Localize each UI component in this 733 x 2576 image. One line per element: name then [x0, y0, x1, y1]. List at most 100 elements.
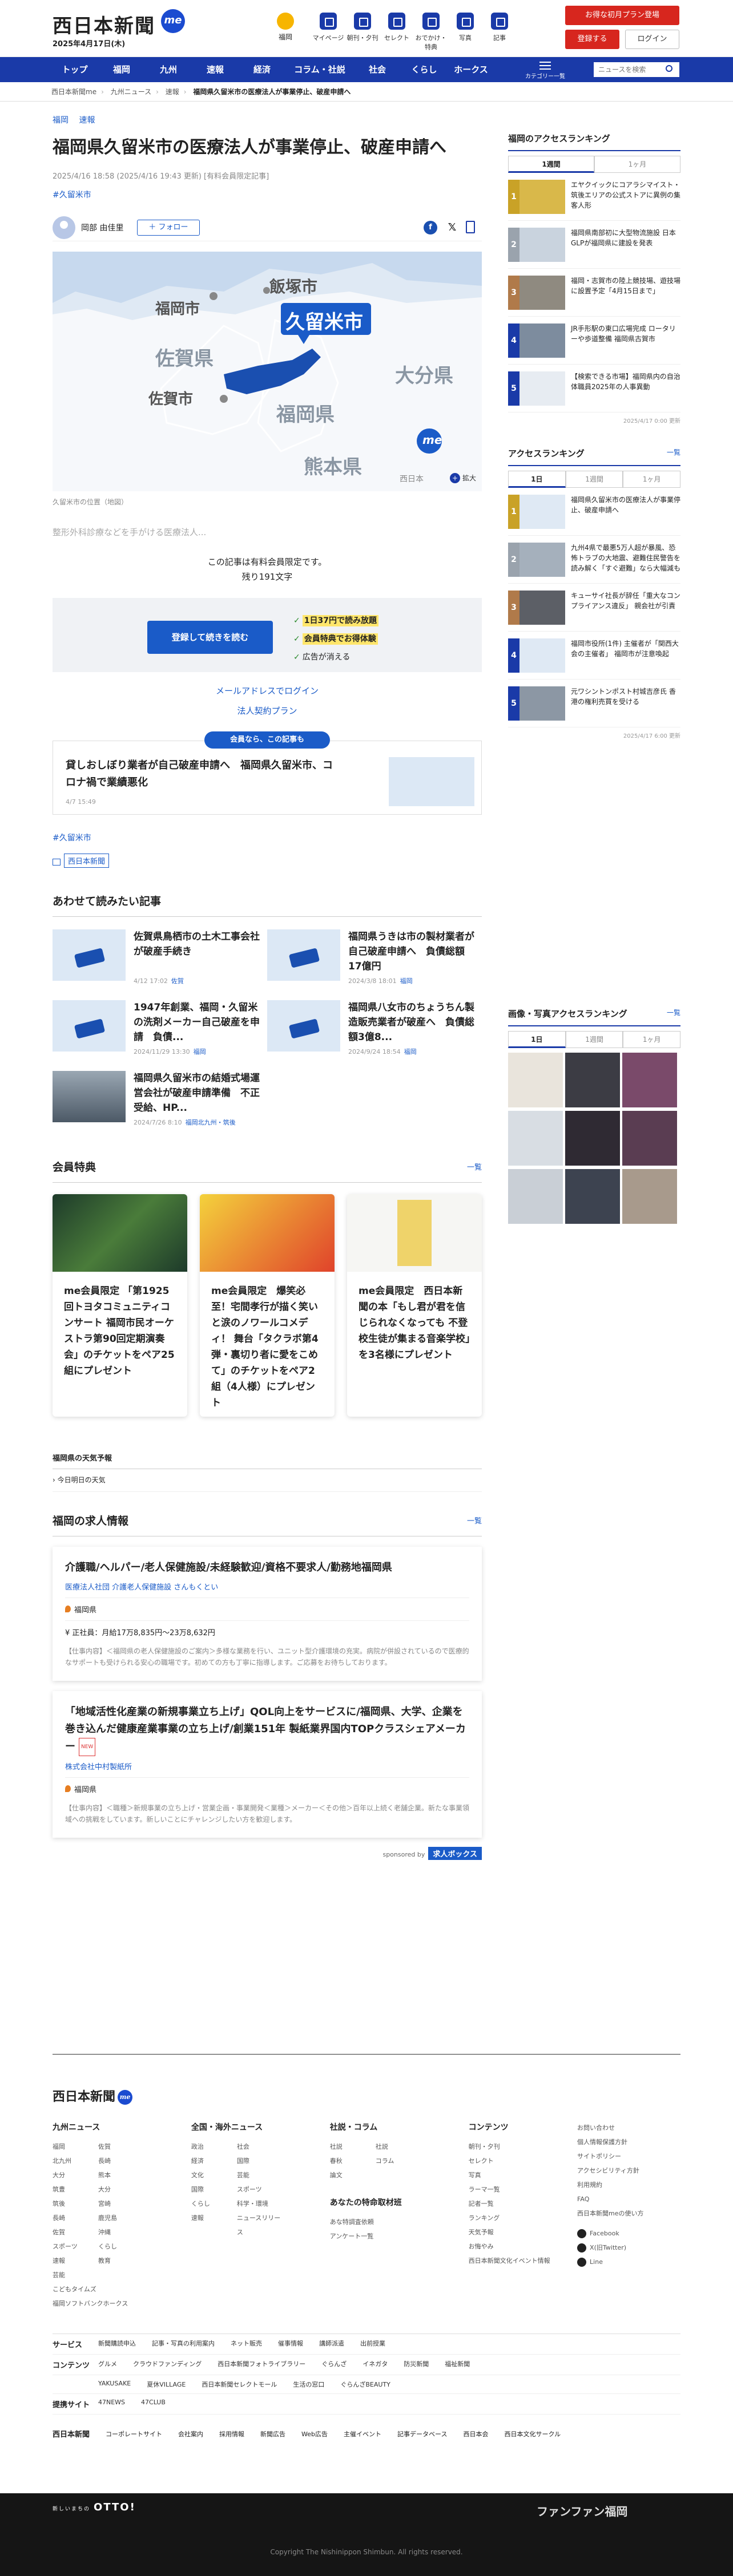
tab-1month[interactable]: 1ヶ月: [594, 156, 680, 173]
nav-kyushu[interactable]: 九州: [145, 57, 192, 82]
jobs-more-link[interactable]: 一覧: [467, 1515, 482, 1526]
related-item[interactable]: 1947年創業、福岡・久留米の洗剤メーカー自己破産を申請 負債... 2024/…: [53, 1000, 267, 1071]
footer-national-news: 全国・海外ニュース 政治 経済 文化 国際 くらし 速報 社会 国際 芸能 スポーツ 科学・環境ニ…: [191, 2123, 281, 2236]
x-share-icon[interactable]: 𝕏: [445, 221, 459, 234]
overall-ranking-more[interactable]: 一覧: [667, 447, 680, 457]
ranking-item[interactable]: 4 JR手形駅の東口広場完成 ロータリーや歩道整備 福岡県古賀市: [508, 317, 680, 365]
zoom-icon: +: [449, 473, 460, 483]
nav-article[interactable]: 記事: [482, 13, 517, 51]
nav-photo[interactable]: 写真: [448, 13, 482, 51]
email-login-link[interactable]: メールアドレスでログイン: [53, 685, 482, 697]
check-icon: ✓: [293, 653, 300, 662]
article-hashtag[interactable]: #久留米市: [53, 189, 482, 200]
zoom-button[interactable]: + 拡大: [449, 473, 476, 483]
tag-fukuoka[interactable]: 福岡: [53, 116, 69, 125]
category-menu-button[interactable]: カテゴリー一覧: [525, 59, 565, 80]
benefits-more-link[interactable]: 一覧: [467, 1161, 482, 1172]
site-logo[interactable]: 西日本新聞: [53, 10, 155, 38]
search-icon[interactable]: [666, 65, 672, 72]
nav-fukuoka[interactable]: 福岡: [98, 57, 145, 82]
benefit-card[interactable]: me会員限定 爆笑必至！宅間孝行が描く笑いと涙のノワールコメディ！ 舞台「タクラ…: [200, 1194, 335, 1417]
nav-select[interactable]: セレクト: [380, 13, 414, 51]
related-item[interactable]: 福岡県八女市のちょうちん製造販売業者が破産へ 負債総額3億8... 2024/9…: [267, 1000, 482, 1071]
benefit-card[interactable]: me会員限定 西日本新聞の本「もし君が君を信じられなくなっても 不登校生徒が集ま…: [347, 1194, 482, 1417]
weather-widget[interactable]: 福岡: [260, 13, 311, 42]
ranking-item[interactable]: 2 福岡県南部初に大型物流施設 日本GLPが福岡県に建設を発表: [508, 221, 680, 269]
tab-1day[interactable]: 1日: [508, 1031, 566, 1048]
photo-ranking-more[interactable]: 一覧: [667, 1008, 680, 1017]
article-hashtag-bottom[interactable]: #久留米市: [53, 832, 482, 843]
location-map[interactable]: 福岡市 飯塚市 佐賀県 佐賀市 久留米市 福岡県 大分県 熊本県 me 西日本 …: [53, 252, 482, 491]
fanfan-logo[interactable]: ファンファン福岡: [537, 2502, 627, 2519]
photo-thumb[interactable]: [565, 1111, 620, 1166]
author-name[interactable]: 岡部 由佳里: [81, 222, 123, 233]
facebook-share-icon[interactable]: f: [424, 221, 437, 234]
related-item[interactable]: 福岡県久留米市の結婚式場運営会社が破産申請準備 不正受給、HP... 2024/…: [53, 1071, 267, 1142]
footer-logo[interactable]: 西日本新聞 me: [53, 2086, 680, 2105]
tab-1week[interactable]: 1週間: [565, 1031, 623, 1048]
tab-1week[interactable]: 1週間: [565, 471, 623, 488]
me-badge[interactable]: me: [161, 9, 185, 33]
ranking-item[interactable]: 1 福岡県久留米市の医療法人が事業停止、破産申請へ: [508, 488, 680, 536]
nav-paper[interactable]: 朝刊・夕刊: [345, 13, 380, 51]
line-link[interactable]: Line: [577, 2255, 680, 2269]
login-button[interactable]: ログイン: [625, 30, 679, 49]
ranking-item[interactable]: 4 福岡市役所(1件) 主催者が「関西大会の主催者」 福岡市が注意喚起: [508, 632, 680, 680]
photo-thumb[interactable]: [622, 1111, 677, 1166]
job-card[interactable]: 介護職/ヘルパー/老人保健施設/未経験歓迎/資格不要求人/勤務地福岡県 医療法人…: [53, 1547, 482, 1681]
job-card[interactable]: 「地域活性化産業の新規事業立ち上げ」QOL向上をサービスに/福岡県、大学、企業を…: [53, 1691, 482, 1838]
otto-logo[interactable]: 新しいまちの OTTO!: [53, 2501, 136, 2513]
ranking-item[interactable]: 3 福岡・志賀市の陸上競技場、遊技場に設置予定「4月15日まで」: [508, 269, 680, 317]
photo-thumb[interactable]: [508, 1169, 563, 1224]
benefit-card[interactable]: me会員限定 「第1925回トヨタコミュニティコンサート 福岡市民オーケストラ第…: [53, 1194, 187, 1417]
camera-icon: [457, 13, 474, 30]
nav-breaking[interactable]: 速報: [192, 57, 239, 82]
member-article-card[interactable]: 貸しおしぼり業者が自己破産申請へ 福岡県久留米市、コロナ禍で業績悪化 4/7 1…: [53, 741, 482, 815]
photo-thumb[interactable]: [565, 1053, 620, 1107]
breadcrumb-home[interactable]: 西日本新聞me: [51, 88, 96, 96]
x-link[interactable]: X(旧Twitter): [577, 2241, 680, 2255]
tab-1month[interactable]: 1ヶ月: [623, 1031, 681, 1048]
nav-society[interactable]: 社会: [354, 57, 401, 82]
ranking-item[interactable]: 5 【検索できる市場】福岡県内の自治体職員2025年の人事異動: [508, 365, 680, 413]
site-footer: 西日本新聞 me 九州ニュース 福岡 北九州 大分 筑豊 筑後 長崎 佐賀 スポーツ 速報 佐賀長…: [0, 2054, 733, 2576]
facebook-link[interactable]: Facebook: [577, 2226, 680, 2241]
promo-button[interactable]: お得な初月プラン登場: [565, 6, 679, 25]
map-label-iizuka: 飯塚市: [269, 277, 318, 296]
ranking-item[interactable]: 5 元ワシントンポスト村城吉彦氏 香港の権利売買を受ける: [508, 680, 680, 727]
ranking-item[interactable]: 2 九州4県で最悪5万人超が暴風、恐怖トラブの大地震、避難住民警告を読み解く「すぐ…: [508, 536, 680, 584]
ranking-item[interactable]: 3 キューサイ社長が辞任「重大なコンプライアンス違反」 親会社が引責: [508, 584, 680, 632]
nav-outing[interactable]: おでかけ・特典: [414, 13, 448, 51]
tab-1month[interactable]: 1ヶ月: [623, 471, 681, 488]
bookmark-icon[interactable]: [466, 221, 475, 233]
photo-thumb[interactable]: [565, 1169, 620, 1224]
related-item[interactable]: 福岡県うきは市の製材業者が自己破産申請へ 負債総額17億円 2024/3/8 1…: [267, 929, 482, 1000]
photo-thumb[interactable]: [508, 1111, 563, 1166]
kyujin-box-logo[interactable]: 求人ボックス: [428, 1847, 482, 1860]
photo-thumb[interactable]: [622, 1053, 677, 1107]
corporate-plan-link[interactable]: 法人契約プラン: [53, 705, 482, 717]
photo-thumb[interactable]: [622, 1169, 677, 1224]
nav-mypage[interactable]: マイページ: [311, 13, 345, 51]
weather-today-link[interactable]: › 今日明日の天気: [53, 1475, 482, 1492]
breadcrumb-breaking[interactable]: 速報: [166, 88, 179, 96]
nav-life[interactable]: くらし: [401, 57, 448, 82]
tab-1day[interactable]: 1日: [508, 471, 566, 488]
breadcrumb-kyushu[interactable]: 九州ニュース: [111, 88, 151, 96]
tag-breaking[interactable]: 速報: [79, 116, 95, 125]
subscribe-button[interactable]: 登録して続きを読む: [147, 621, 273, 654]
author-avatar[interactable]: [53, 216, 75, 239]
map-credit: 西日本: [400, 475, 424, 484]
related-item[interactable]: 佐賀県鳥栖市の土木工事会社が破産手続き 4/12 17:02 佐賀: [53, 929, 267, 1000]
nav-economy[interactable]: 経済: [239, 57, 285, 82]
register-button[interactable]: 登録する: [565, 30, 619, 49]
tab-1week[interactable]: 1週間: [508, 156, 594, 173]
follow-button[interactable]: ＋ フォロー: [137, 220, 200, 236]
nav-column[interactable]: コラム・社説: [285, 57, 354, 82]
nav-hawks[interactable]: ホークス: [448, 57, 494, 82]
corp-logo[interactable]: 西日本新聞: [53, 2428, 90, 2439]
photo-thumb[interactable]: [508, 1053, 563, 1107]
nav-top[interactable]: トップ: [51, 57, 98, 82]
footer-info: お問い合わせ 個人情報保護方針 サイトポリシー アクセシビリティ方針 利用規約 FAQ 西日…: [577, 2121, 680, 2311]
ranking-item[interactable]: 1 エヤクイックにコアラシマイスト・筑後エリアの公式ストアに異例の集客人形: [508, 173, 680, 221]
